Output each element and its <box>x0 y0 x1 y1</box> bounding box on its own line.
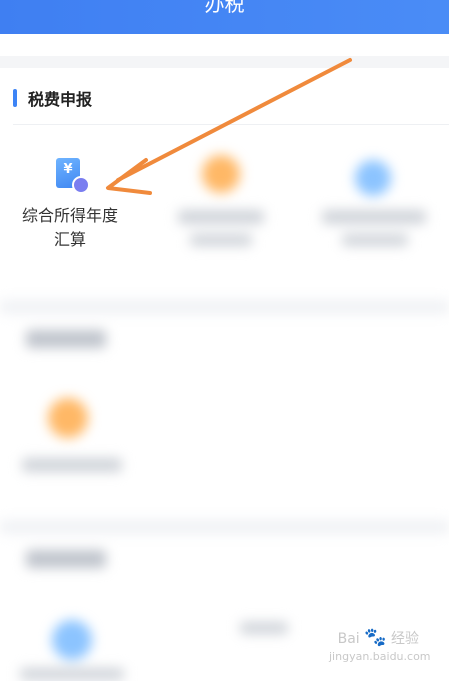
watermark-url: jingyan.baidu.com <box>329 650 431 663</box>
watermark: Bai 🐾 经验 jingyan.baidu.com <box>329 627 431 669</box>
watermark-brand: Bai <box>337 631 360 647</box>
watermark-brand-cn: 经验 <box>391 631 419 647</box>
paw-icon: 🐾 <box>364 627 387 648</box>
annotation-arrow-icon <box>106 58 352 195</box>
